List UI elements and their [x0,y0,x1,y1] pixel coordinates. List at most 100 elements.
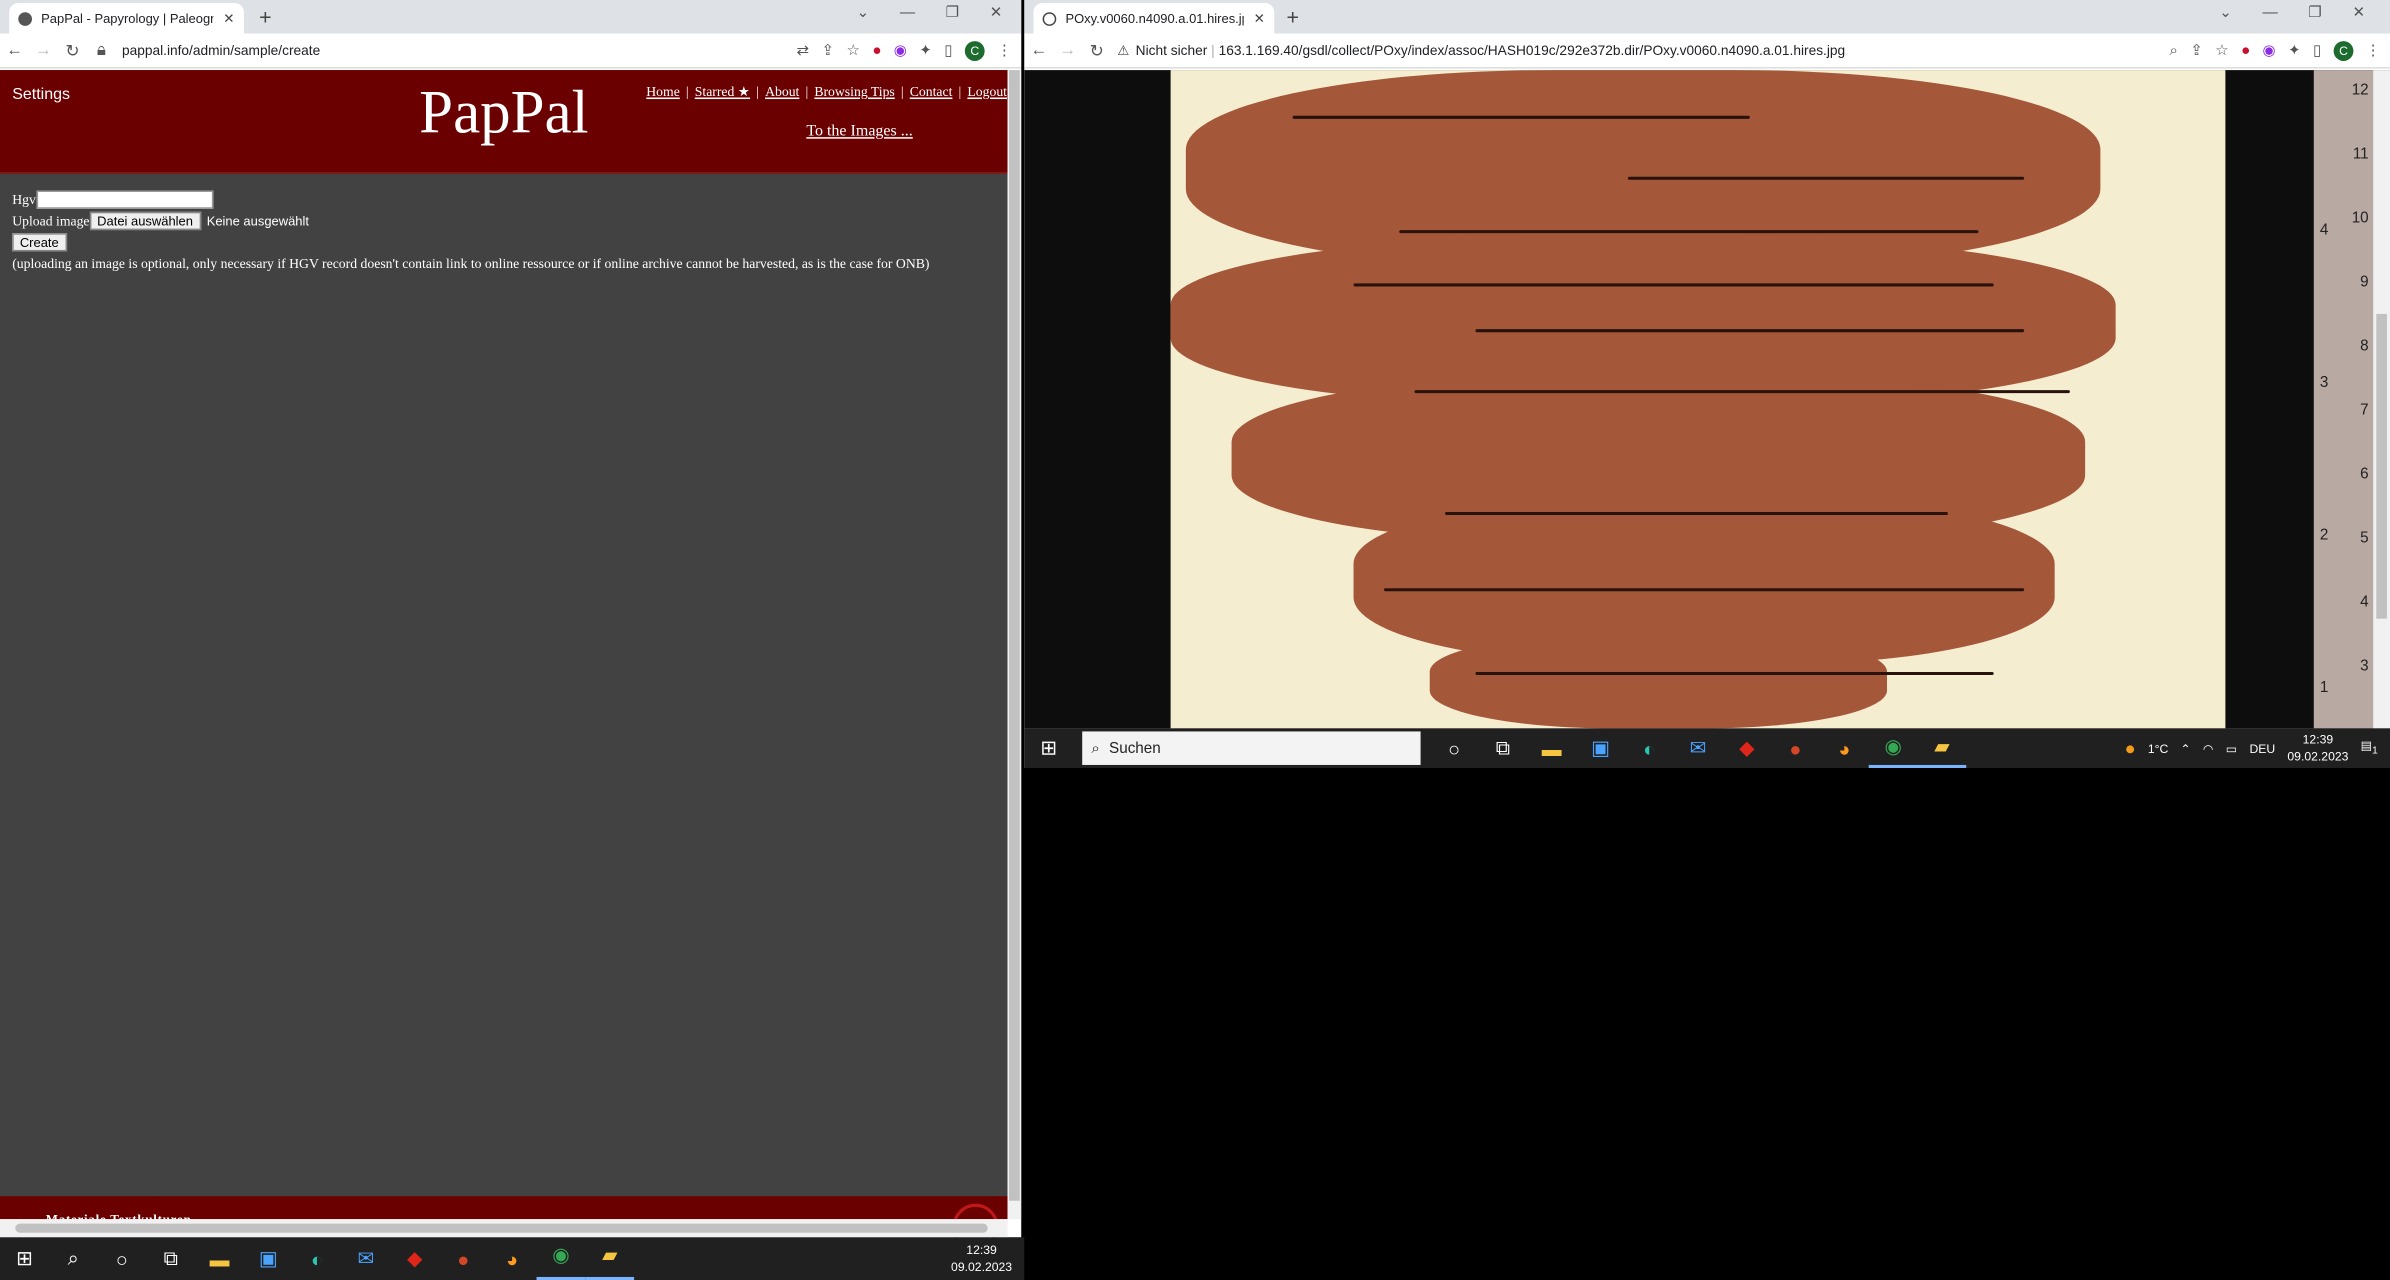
task-view-icon[interactable]: ⧉ [1479,736,1528,760]
create-button[interactable]: Create [12,233,67,252]
windows-start-icon[interactable]: ⊞ [1024,736,1073,760]
edge-icon[interactable]: ◐ [1625,737,1674,760]
nav-browsing-tips[interactable]: Browsing Tips [814,84,894,99]
horizontal-scrollbar[interactable] [0,1219,1008,1238]
restore-icon[interactable]: ❐ [946,5,960,22]
reload-icon[interactable]: ↻ [1082,40,1111,60]
chevron-down-icon[interactable]: ⌄ [857,5,870,22]
menu-icon[interactable]: ⋮ [997,42,1012,59]
ublock-icon[interactable]: ◉ [894,42,907,59]
close-window-icon[interactable]: ✕ [990,5,1003,22]
taskbar-right: ⊞ ⌕ Suchen ○ ⧉ ▬ ▣ ◐ ✉ ◆ ● ◕ ◉ ▰ ● 1°C ⌃ … [1024,728,2390,768]
puzzle-icon[interactable]: ✦ [919,42,932,59]
zoom-icon[interactable]: ⌕ [2170,42,2179,59]
chrome-icon[interactable]: ◉ [536,1237,586,1280]
nav-contact[interactable]: Contact [910,84,953,99]
share-icon[interactable]: ⇪ [2190,42,2203,59]
acrobat-icon[interactable]: ◆ [1722,736,1771,760]
taskbar-search[interactable]: ⌕ Suchen [1082,731,1421,765]
puzzle-icon[interactable]: ✦ [2288,42,2301,59]
address-bar[interactable]: pappal.info/admin/sample/create [116,43,797,58]
restore-icon[interactable]: ❐ [2308,5,2322,22]
papyrus-image[interactable]: 12 11 10 9 8 7 6 5 4 3 4 3 2 1 [1170,70,2375,729]
address-bar[interactable]: ⚠ Nicht sicher | 163.1.169.40/gsdl/collec… [1111,42,2169,59]
file-explorer-icon[interactable]: ▬ [195,1247,244,1270]
tab-bar: PapPal - Papyrology | Paleograph ✕ + ⌄ —… [0,0,1022,34]
hgv-input[interactable] [35,190,213,209]
close-tab-icon[interactable]: ✕ [1254,10,1266,27]
forward-icon[interactable]: → [29,41,58,59]
ruler-number: 12 [2351,82,2369,100]
minimize-icon[interactable]: — [900,5,915,22]
firefox-icon[interactable]: ◕ [1820,737,1869,760]
powerpoint-icon[interactable]: ● [1771,737,1820,760]
cortana-icon[interactable]: ○ [1430,737,1479,760]
store-icon[interactable]: ▣ [244,1246,293,1270]
ruler-number: 6 [2360,466,2369,484]
language-indicator[interactable]: DEU [2249,741,2275,755]
forward-icon[interactable]: → [1053,41,1082,59]
close-window-icon[interactable]: ✕ [2352,5,2365,22]
minimize-icon[interactable]: — [2263,5,2278,22]
tab-title: PapPal - Papyrology | Paleograph [41,10,215,26]
star-icon[interactable]: ☆ [846,42,860,59]
back-icon[interactable]: ← [0,41,29,59]
vertical-scrollbar[interactable] [2373,70,2390,729]
share-icon[interactable]: ⇪ [821,42,834,59]
file-explorer-icon[interactable]: ▬ [1527,737,1576,760]
close-tab-icon[interactable]: ✕ [223,10,235,27]
store-icon[interactable]: ▣ [1576,736,1625,760]
explorer-pinned-icon[interactable]: ▰ [1917,728,1967,768]
network-icon[interactable]: ◠ [2203,741,2214,755]
extension-icon[interactable]: ● [872,42,881,59]
new-tab-icon[interactable]: + [1286,5,1298,29]
mail-icon[interactable]: ✉ [341,1246,390,1270]
reload-icon[interactable]: ↻ [58,40,87,60]
new-tab-icon[interactable]: + [259,5,271,29]
clock[interactable]: 12:39 09.02.2023 [2287,731,2348,765]
windows-start-icon[interactable]: ⊞ [0,1246,49,1270]
profile-avatar[interactable]: C [2333,40,2354,61]
battery-icon[interactable]: ▭ [2226,741,2238,755]
weather-temp[interactable]: 1°C [2148,741,2168,755]
weather-icon[interactable]: ● [2125,738,2136,759]
chevron-up-icon[interactable]: ⌃ [2180,741,2190,755]
mail-icon[interactable]: ✉ [1674,736,1723,760]
powerpoint-icon[interactable]: ● [439,1247,488,1270]
star-icon[interactable]: ☆ [2215,42,2229,59]
to-images-link[interactable]: To the Images ... [806,123,912,140]
clock[interactable]: 12:39 09.02.2023 [951,1242,1012,1276]
choose-file-button[interactable]: Datei auswählen [89,211,201,231]
vertical-scrollbar[interactable] [1007,70,1022,1220]
create-sample-form: Hgv Upload image Datei auswählen Keine aus… [12,189,929,274]
sidepanel-icon[interactable]: ▯ [2313,42,2321,59]
clock-date: 09.02.2023 [2287,749,2349,764]
acrobat-icon[interactable]: ◆ [390,1246,439,1270]
firefox-icon[interactable]: ◕ [488,1247,537,1270]
nav-logout[interactable]: Logout [967,84,1007,99]
nav-starred[interactable]: Starred ★ [695,84,750,99]
profile-avatar[interactable]: C [964,40,985,61]
ublock-icon[interactable]: ◉ [2263,42,2276,59]
extension-icon[interactable]: ● [2241,42,2250,59]
cortana-icon[interactable]: ○ [98,1247,147,1270]
nav-about[interactable]: About [765,84,799,99]
lock-icon: 🔒︎ [96,40,106,59]
back-icon[interactable]: ← [1024,41,1053,59]
sidepanel-icon[interactable]: ▯ [944,42,952,59]
menu-icon[interactable]: ⋮ [2366,42,2381,59]
search-icon[interactable]: ⌕ [49,1246,98,1270]
tab-pappal[interactable]: PapPal - Papyrology | Paleograph ✕ [9,3,244,34]
nav-home[interactable]: Home [646,84,680,99]
notification-icon[interactable]: ▤1 [2361,739,2378,757]
translate-icon[interactable]: ⇄ [797,42,810,59]
explorer-pinned-icon[interactable]: ▰ [585,1237,635,1280]
edge-icon[interactable]: ◐ [293,1247,342,1270]
settings-label[interactable]: Settings [12,85,70,103]
tab-poxy-image[interactable]: POxy.v0060.n4090.a.01.hires.jpg ✕ [1033,3,1275,34]
pappal-logo[interactable]: PapPal [419,76,588,148]
scale-ruler: 12 11 10 9 8 7 6 5 4 3 4 3 2 1 [2313,70,2375,729]
task-view-icon[interactable]: ⧉ [146,1246,195,1270]
chevron-down-icon[interactable]: ⌄ [2219,5,2232,22]
chrome-icon[interactable]: ◉ [1868,728,1918,768]
